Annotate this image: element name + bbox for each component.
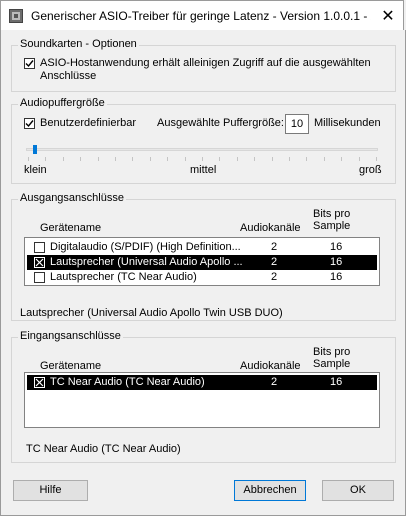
slider-tick	[80, 157, 82, 161]
close-button[interactable]: ✕	[373, 1, 403, 30]
inputs-listbox[interactable]: TC Near Audio (TC Near Audio) 2 16	[24, 372, 380, 428]
outputs-listbox[interactable]: Digitalaudio (S/PDIF) (High Definition..…	[24, 237, 380, 286]
list-item[interactable]: Lautsprecher (TC Near Audio) 2 16	[27, 270, 377, 285]
outputs-col-bits-2: Sample	[313, 220, 351, 232]
slider-tick	[306, 157, 308, 161]
slider-tick	[62, 157, 64, 161]
exclusive-access-label-1: ASIO-Hostanwendung erhält alleinigen Zug…	[40, 57, 371, 69]
slider-tick	[271, 157, 273, 161]
custom-buffer-checkbox[interactable]	[24, 118, 35, 129]
row-bits: 16	[330, 376, 343, 388]
custom-buffer-label: Benutzerdefinierbar	[40, 117, 137, 129]
ok-button[interactable]: OK	[322, 480, 394, 501]
soundcard-options-group: Soundkarten - Optionen ASIO-Hostanwendun…	[11, 38, 396, 92]
row-device-name: Lautsprecher (Universal Audio Apollo ...	[50, 256, 243, 268]
slider-min-label: klein	[24, 164, 47, 176]
row-checkbox[interactable]	[34, 257, 45, 268]
row-channels: 2	[271, 241, 278, 253]
exclusive-access-checkbox[interactable]	[24, 58, 35, 69]
dialog-body: Soundkarten - Optionen ASIO-Hostanwendun…	[0, 30, 406, 516]
slider-tick	[184, 157, 186, 161]
outputs-col-device: Gerätename	[40, 222, 102, 234]
slider-tick	[289, 157, 290, 161]
row-bits: 16	[330, 256, 343, 268]
row-device-name: Lautsprecher (TC Near Audio)	[50, 271, 197, 283]
row-channels: 2	[271, 376, 278, 388]
outputs-group: Ausgangsanschlüsse Gerätename Audiokanäl…	[11, 192, 396, 321]
outputs-status: Lautsprecher (Universal Audio Apollo Twi…	[20, 307, 283, 319]
cancel-button[interactable]: Abbrechen	[234, 480, 306, 501]
close-icon: ✕	[381, 7, 395, 25]
slider-tick	[132, 157, 134, 161]
slider-tick	[202, 157, 203, 161]
slider-tick	[115, 157, 116, 161]
exclusive-access-label-2: Anschlüsse	[40, 70, 97, 82]
inputs-col-bits-2: Sample	[313, 358, 351, 370]
row-bits: 16	[330, 271, 343, 283]
buffer-unit-label: Millisekunden	[314, 117, 381, 129]
row-device-name: Digitalaudio (S/PDIF) (High Definition..…	[50, 241, 241, 253]
slider-tick	[254, 157, 256, 161]
row-checkbox[interactable]	[34, 242, 45, 253]
row-device-name: TC Near Audio (TC Near Audio)	[50, 376, 205, 388]
buffer-slider-track[interactable]	[26, 148, 378, 151]
row-checkbox[interactable]	[34, 377, 45, 388]
list-item[interactable]: Lautsprecher (Universal Audio Apollo ...…	[27, 255, 377, 270]
slider-tick	[97, 157, 99, 161]
slider-tick	[358, 157, 360, 161]
outputs-legend: Ausgangsanschlüsse	[18, 192, 126, 204]
slider-tick	[149, 157, 151, 161]
slider-tick	[45, 157, 47, 161]
slider-tick	[376, 157, 377, 161]
slider-tick	[236, 157, 238, 161]
slider-tick	[341, 157, 343, 161]
buffer-slider-thumb[interactable]	[32, 145, 37, 154]
app-icon	[9, 9, 23, 23]
row-bits: 16	[330, 241, 343, 253]
inputs-col-channels: Audiokanäle	[240, 360, 301, 372]
row-checkbox[interactable]	[34, 272, 45, 283]
window-title: Generischer ASIO-Treiber für geringe Lat…	[31, 9, 371, 23]
buffer-size-input[interactable]: 10	[285, 114, 309, 134]
inputs-col-bits-1: Bits pro	[313, 346, 351, 358]
slider-tick	[167, 157, 169, 161]
slider-tick	[28, 157, 29, 161]
row-channels: 2	[271, 256, 278, 268]
soundcard-options-legend: Soundkarten - Optionen	[18, 38, 139, 50]
slider-tick	[323, 157, 325, 161]
buffer-size-legend: Audiopuffergröße	[18, 97, 107, 109]
list-item[interactable]: TC Near Audio (TC Near Audio) 2 16	[27, 375, 377, 390]
inputs-col-device: Gerätename	[40, 360, 102, 372]
inputs-status: TC Near Audio (TC Near Audio)	[26, 443, 181, 455]
outputs-col-bits-1: Bits pro	[313, 208, 351, 220]
slider-max-label: groß	[359, 164, 382, 176]
slider-mid-label: mittel	[190, 164, 217, 176]
row-channels: 2	[271, 271, 278, 283]
slider-tick	[219, 157, 221, 161]
title-bar: Generischer ASIO-Treiber für geringe Lat…	[0, 0, 404, 30]
outputs-col-channels: Audiokanäle	[240, 222, 301, 234]
selected-buffer-label: Ausgewählte Puffergröße:	[157, 117, 284, 129]
inputs-group: Eingangsanschlüsse Gerätename Audiokanäl…	[11, 330, 396, 463]
buffer-size-group: Audiopuffergröße Benutzerdefinierbar Aus…	[11, 97, 396, 184]
list-item[interactable]: Digitalaudio (S/PDIF) (High Definition..…	[27, 240, 377, 255]
inputs-legend: Eingangsanschlüsse	[18, 330, 123, 342]
help-button[interactable]: Hilfe	[13, 480, 88, 501]
